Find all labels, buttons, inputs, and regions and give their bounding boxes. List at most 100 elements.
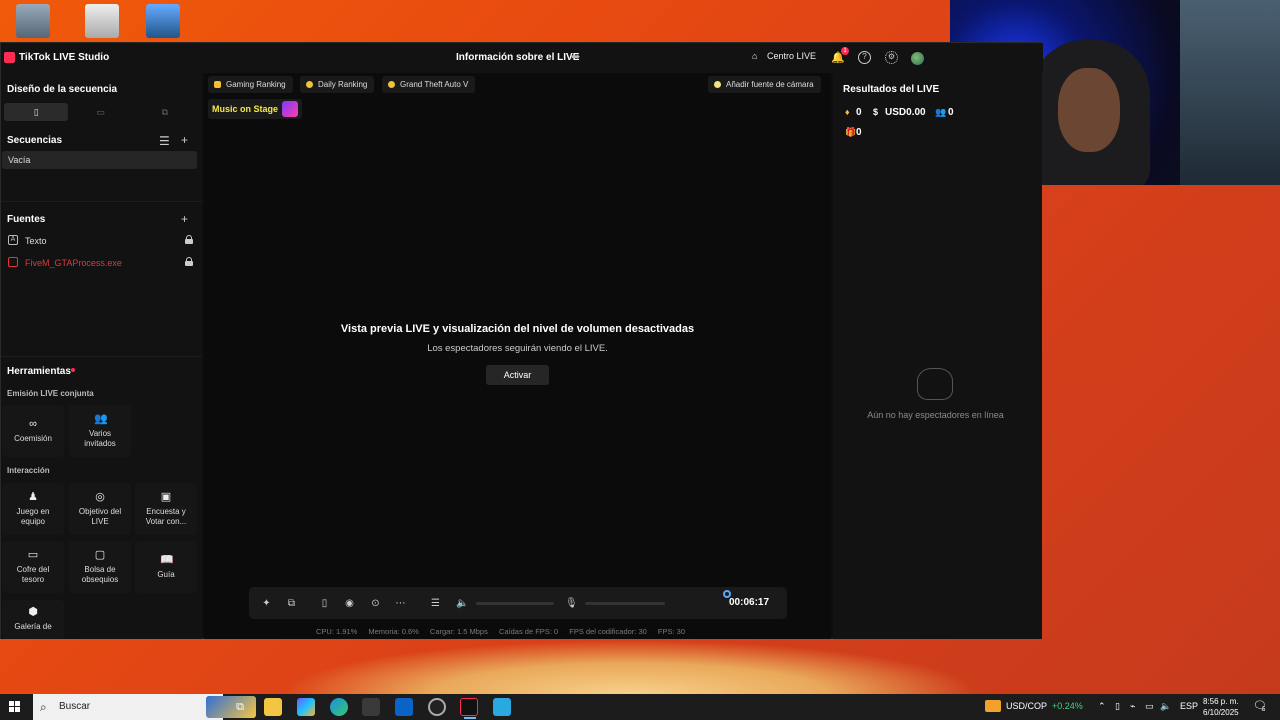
tool-label: Juego en equipo [16,507,50,526]
preview-area: Gaming Ranking Daily Ranking Grand Theft… [204,73,831,639]
search-placeholder: Buscar [59,701,91,712]
record-icon[interactable]: ◉ [344,598,355,609]
system-clock[interactable]: 8:56 p. m. 6/10/2025 [1203,696,1239,718]
stat-cpu: CPU: 1.91% [316,627,358,636]
lock-icon[interactable] [185,257,193,266]
edge-icon[interactable] [330,698,348,716]
outlook-icon[interactable] [395,698,413,716]
app-title: TikTok LIVE Studio [19,52,110,63]
tool-treasure-chest[interactable]: ▭ Cofre del tesoro [2,541,64,593]
centro-live-button[interactable]: Centro LIVE [767,51,816,61]
ticker-label[interactable]: USD/COP [1006,701,1047,711]
cohost-group-label: Emisión LIVE conjunta [7,389,94,398]
help-icon[interactable]: ? [858,51,871,64]
obs-icon[interactable] [428,698,446,716]
results-title: Resultados del LIVE [843,84,940,95]
tool-gift-bag[interactable]: ▢ Bolsa de obsequios [69,541,131,593]
flame-icon [306,81,313,88]
tool-label: Objetivo del LIVE [78,507,122,526]
weather-ticker-icon [985,700,1001,712]
layout-tab-landscape[interactable]: ▭ [68,103,132,121]
desktop-icon-recycle-bin[interactable] [16,4,50,38]
lock-icon[interactable] [185,235,193,244]
activate-button[interactable]: Activar [486,365,549,385]
screen-record-icon[interactable]: ⊙ [370,598,381,609]
magic-wand-icon[interactable]: ✦ [261,598,272,609]
list-icon[interactable]: ☰ [159,135,170,147]
dollar-icon: $ [873,107,879,117]
tiktok-logo-icon [4,52,15,63]
layout-title: Diseño de la secuencia [7,84,118,95]
tray-usb-icon[interactable]: ⌁ [1130,701,1135,712]
add-scene-icon[interactable]: + [181,134,188,146]
tool-cohost[interactable]: ∞ Coemisión [2,405,64,457]
sliders-icon[interactable]: ☰ [430,598,441,609]
poll-icon: ▣ [160,491,172,503]
chevron-up-icon[interactable]: ⌃ [1098,701,1106,712]
home-icon[interactable]: ⌂ [752,51,757,61]
tool-guide[interactable]: 📖 Guía [135,541,197,593]
volume-icon[interactable]: 🔈 [1160,701,1171,712]
gifts-value: 0 [856,127,862,138]
bag-icon: ▢ [94,549,106,561]
speaker-icon[interactable]: 🔈 [456,598,468,609]
network-icon[interactable]: ▭ [1145,701,1154,712]
tool-gallery[interactable]: ⬢ Galería de [2,600,64,639]
chest-icon: ▭ [27,549,39,561]
add-source-icon[interactable]: + [181,213,188,225]
chip-gaming-ranking[interactable]: Gaming Ranking [208,76,293,93]
music-on-stage-chip[interactable]: Music on Stage [208,99,303,119]
microphone-icon[interactable]: 🎙 [565,598,578,609]
viewers-icon: 👥 [935,107,947,117]
live-results-panel: Resultados del LIVE ♦ 0 $ USD0.00 👥 0 🎁 … [833,73,1042,639]
taskbar-search[interactable]: ⌕ Buscar [33,694,256,720]
link-icon: ∞ [29,418,37,430]
source-item-fivem[interactable]: FiveM_GTAProcess.exe [7,256,193,270]
layout-tab-portrait[interactable]: ▯ [4,103,69,121]
tool-multi-guest[interactable]: 👥 Varios invitados [69,405,131,457]
sources-title: Fuentes [7,214,46,225]
book-icon: 📖 [160,554,174,566]
filter-icon[interactable]: ⧉ [286,598,297,609]
chip-game-gta[interactable]: Grand Theft Auto V [382,76,476,93]
bulb-icon [714,81,721,88]
layout-tab-dual[interactable]: ⧉ [133,103,197,121]
chip-daily-ranking[interactable]: Daily Ranking [300,76,375,93]
mic-volume-slider[interactable] [585,602,665,605]
store-icon[interactable] [362,698,380,716]
settings-gear-icon[interactable]: ⚙ [885,51,898,64]
share-icon[interactable]: ➦ [571,51,583,63]
fivem-icon[interactable] [493,698,511,716]
copilot-icon[interactable] [297,698,315,716]
tiktok-live-studio-taskbar-icon[interactable] [460,698,478,719]
phone-icon[interactable]: ▯ [319,598,330,609]
tray-app-icon[interactable]: ▯ [1115,701,1120,712]
joystick-icon: ♟ [28,491,38,503]
tool-poll[interactable]: ▣ Encuesta y Votar con... [135,483,197,535]
tool-live-goal[interactable]: ◎ Objetivo del LIVE [69,483,131,535]
tiktok-live-studio-window: TikTok LIVE Studio Información sobre el … [0,42,1043,639]
ticker-change[interactable]: +0.24% [1052,701,1083,711]
avatar[interactable] [911,52,924,65]
add-camera-button[interactable]: Añadir fuente de cámara [708,76,821,93]
gift-icon: 🎁 [845,127,857,137]
tools-new-dot [71,368,75,372]
preview-disabled-title: Vista previa LIVE y visualización del ni… [340,323,695,335]
language-indicator[interactable]: ESP [1180,701,1198,711]
speaker-volume-slider[interactable] [476,602,554,605]
live-info-title[interactable]: Información sobre el LIVE [456,52,579,63]
chip-label: Daily Ranking [318,80,368,89]
notifications-count: 5 [1262,707,1266,713]
file-explorer-icon[interactable] [264,698,282,716]
coin-icon: ♦ [845,107,850,117]
desktop-icon-document[interactable] [85,4,119,38]
more-icon[interactable]: ⋯ [395,598,406,609]
stat-encoder-fps: FPS del codificador: 30 [569,627,647,636]
tools-title: Herramientas [7,366,71,377]
desktop-icon-computer[interactable] [146,4,180,38]
windows-start-icon[interactable] [9,701,21,713]
scene-item[interactable]: Vacía [2,151,197,169]
tool-team-game[interactable]: ♟ Juego en equipo [2,483,64,535]
source-item-text[interactable]: A Texto [7,234,193,248]
task-view-icon[interactable]: ⧉ [231,698,249,716]
